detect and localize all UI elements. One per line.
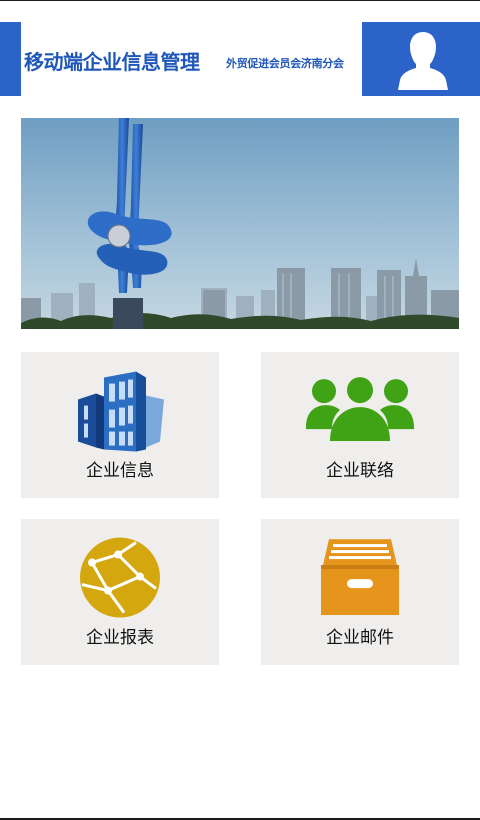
archive-box-icon [321,539,399,616]
header-accent-bar [0,22,21,96]
tile-label: 企业报表 [86,628,154,648]
top-border [0,0,480,1]
tile-company-mail[interactable]: 企业邮件 [261,519,459,665]
building-icon [78,371,164,452]
tile-label: 企业邮件 [326,628,394,648]
user-avatar-icon [398,32,448,90]
user-avatar-button[interactable] [362,22,480,96]
tile-company-contact[interactable]: 企业联络 [261,352,459,498]
app-title: 移动端企业信息管理 [24,50,200,74]
tile-company-report[interactable]: 企业报表 [21,519,219,665]
network-globe-icon [80,537,160,618]
city-landmark-photo [21,118,459,329]
people-group-icon [306,377,414,442]
tile-company-info[interactable]: 企业信息 [21,352,219,498]
tile-label: 企业联络 [326,461,394,481]
app-subtitle: 外贸促进会员会济南分会 [226,57,344,70]
banner-image [21,118,459,329]
tile-label: 企业信息 [86,461,154,481]
app-header: 移动端企业信息管理 外贸促进会员会济南分会 [0,22,480,96]
